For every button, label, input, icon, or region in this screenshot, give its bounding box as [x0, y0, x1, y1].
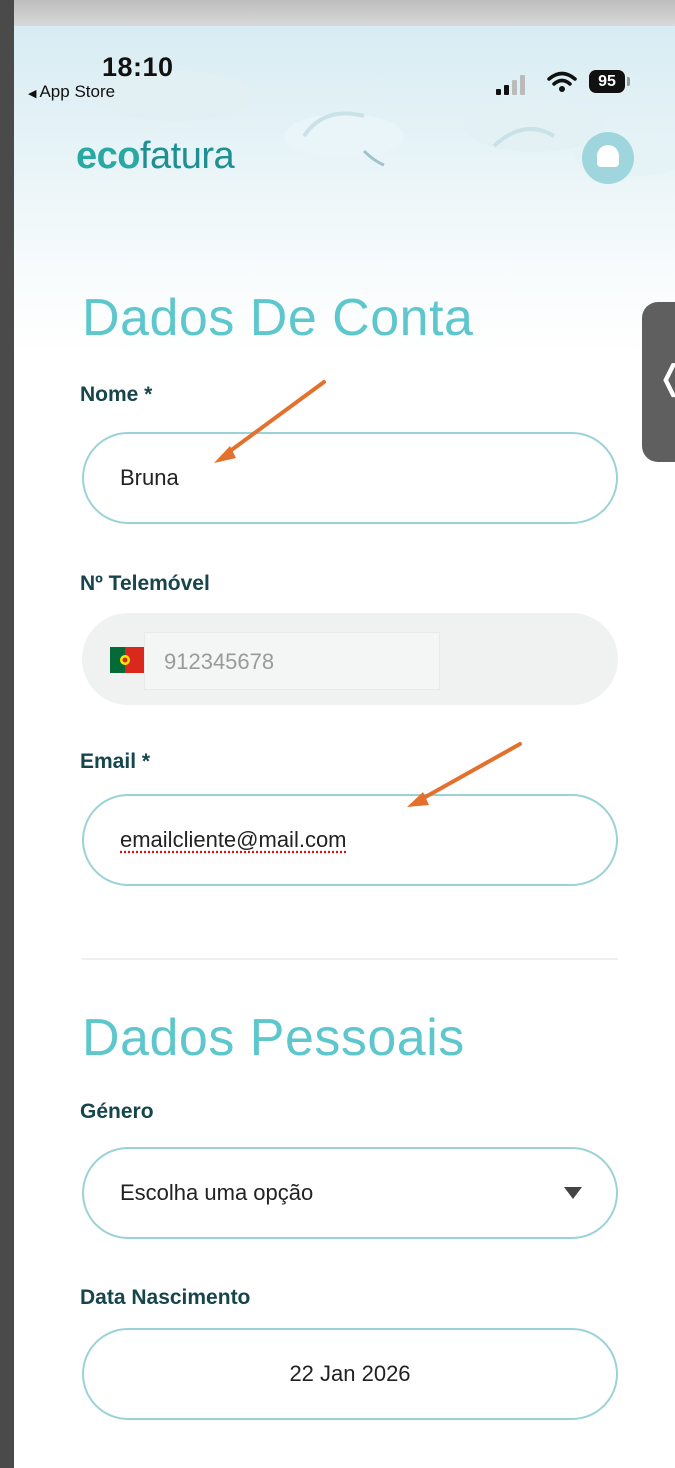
account-section-title: Dados De Conta: [82, 289, 474, 347]
battery-tip: [627, 77, 630, 86]
name-label: Nome *: [80, 383, 153, 406]
section-divider: [82, 958, 618, 960]
gender-value: Escolha uma opção: [120, 1180, 314, 1205]
gender-select[interactable]: Escolha uma opção: [82, 1147, 618, 1239]
phone-field: 912345678: [82, 613, 618, 705]
signal-icon: [496, 75, 525, 95]
back-arrow-icon: ◀: [28, 88, 37, 100]
status-time: 18:10: [102, 52, 174, 82]
email-label: Email *: [80, 750, 151, 773]
personal-section-title: Dados Pessoais: [82, 1009, 465, 1067]
notifications-bell-icon[interactable]: [582, 132, 634, 184]
app-screen: 18:10 ◀App Store 95 ecofatura ❬ Dados De…: [14, 26, 675, 1468]
back-to-app-store[interactable]: ◀ App Store: [28, 82, 115, 102]
gender-label: Género: [80, 1100, 154, 1123]
chevron-left-icon: ❬: [656, 358, 675, 398]
birth-date-value: 22 Jan 2026: [289, 1361, 411, 1386]
battery-indicator: 95: [589, 70, 625, 93]
side-panel-toggle[interactable]: ❬: [642, 302, 675, 462]
wifi-icon: [547, 71, 577, 92]
email-value: emailcliente@mail.com: [120, 827, 347, 852]
ecofatura-logo: ecofatura: [76, 135, 235, 177]
screenshot-frame-left: [0, 0, 14, 1468]
screenshot-frame-top: [0, 0, 675, 26]
back-app-label: App Store: [39, 82, 116, 101]
birth-date-field[interactable]: 22 Jan 2026: [82, 1328, 618, 1420]
name-field[interactable]: Bruna: [82, 432, 618, 524]
birth-date-label: Data Nascimento: [80, 1286, 251, 1309]
phone-label: Nº Telemóvel: [80, 572, 210, 595]
dropdown-arrow-icon: [564, 1187, 582, 1199]
portugal-flag-icon: [110, 647, 148, 673]
email-field[interactable]: emailcliente@mail.com: [82, 794, 618, 886]
status-bar: 18:10 ◀ App Store 95: [14, 26, 675, 106]
phone-value: 912345678: [164, 649, 275, 674]
name-value: Bruna: [120, 465, 179, 490]
